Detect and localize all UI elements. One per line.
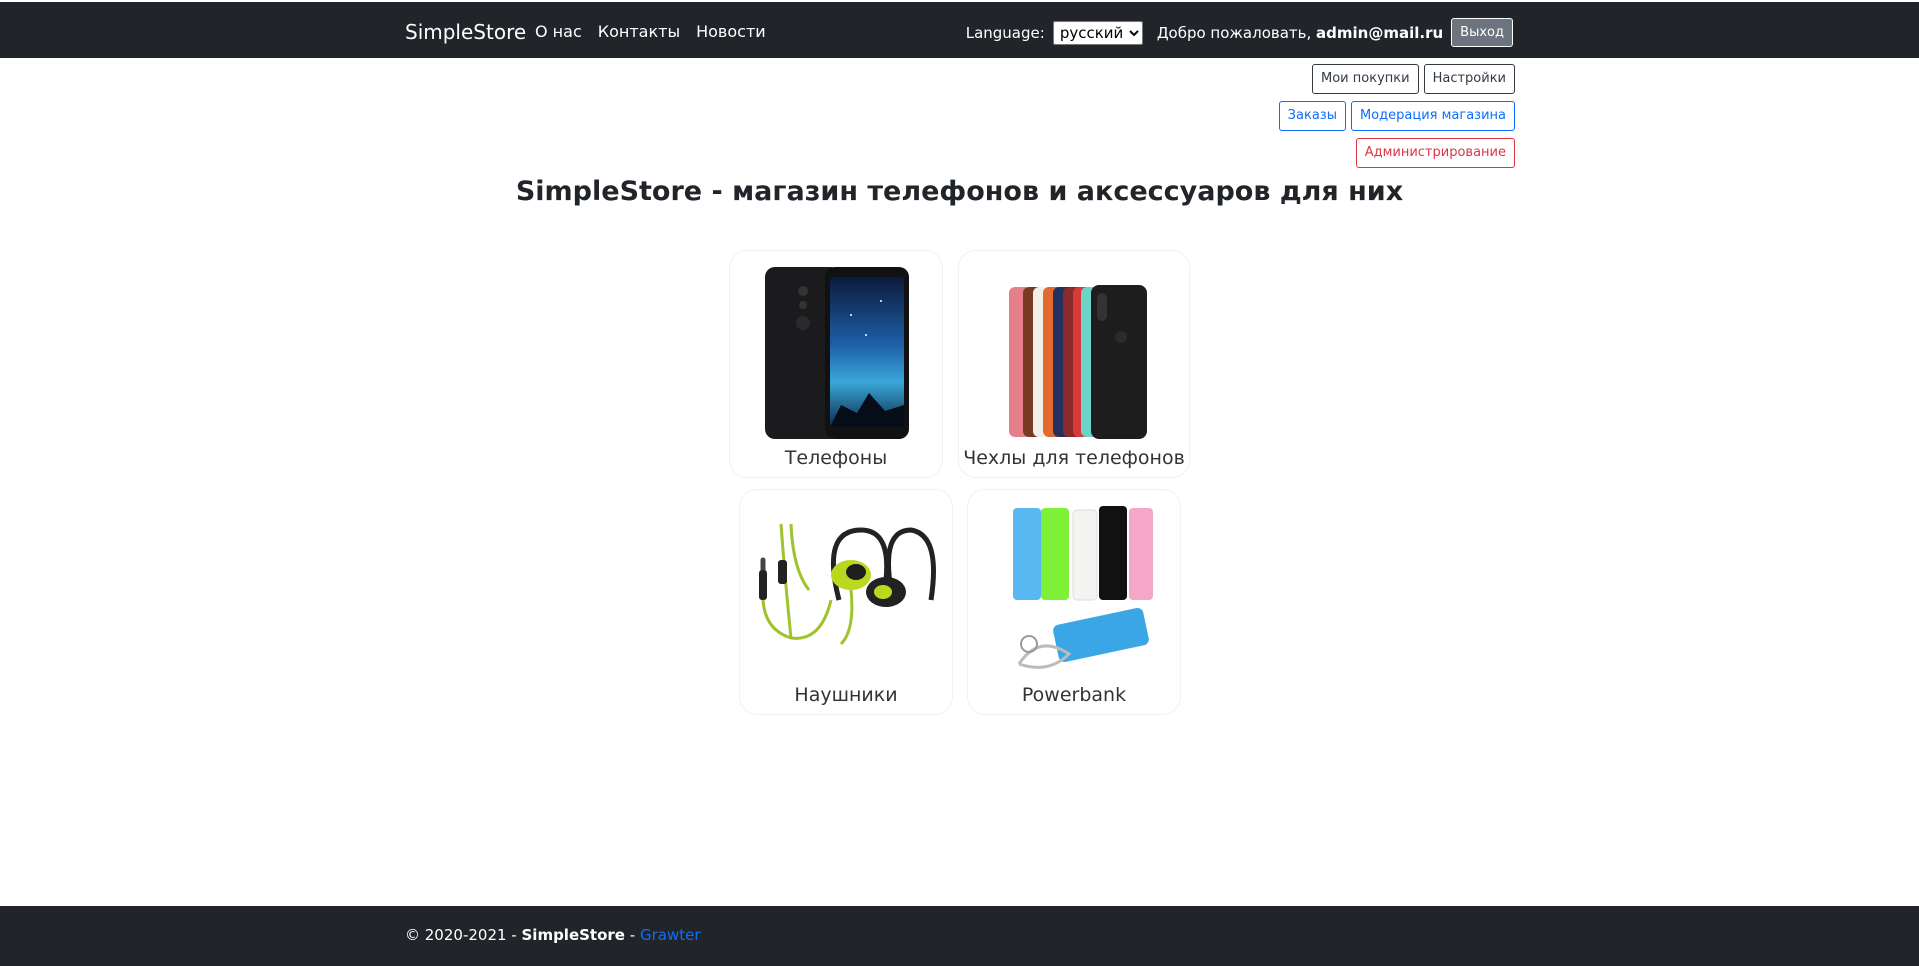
footer-copyright: © 2020-2021 - [405, 926, 517, 944]
phone-cases-image [1009, 285, 1147, 439]
category-label-cases: Чехлы для телефонов [963, 447, 1185, 469]
category-label-powerbank: Powerbank [1021, 684, 1127, 706]
category-card-phones[interactable]: Телефоны [729, 250, 943, 478]
user-actions-row: Мои покупки Настройки [1312, 64, 1515, 94]
phone-image [765, 267, 909, 439]
powerbank-image [1013, 506, 1153, 669]
navbar: SimpleStore О нас Контакты Новости Langu… [0, 2, 1919, 58]
settings-button[interactable]: Настройки [1423, 64, 1515, 94]
my-purchases-button[interactable]: Мои покупки [1312, 64, 1419, 94]
logout-button[interactable]: Выход [1451, 18, 1513, 47]
footer-text: © 2020-2021 - SimpleStore - Grawter [405, 926, 701, 944]
footer: © 2020-2021 - SimpleStore - Grawter [0, 906, 1919, 966]
administration-button[interactable]: Администрирование [1355, 138, 1515, 168]
footer-brand: SimpleStore [521, 926, 625, 944]
language-label: Language: [965, 23, 1045, 42]
orders-button[interactable]: Заказы [1278, 101, 1346, 131]
earphones-image [759, 523, 936, 646]
category-card-powerbank[interactable]: Powerbank [967, 489, 1181, 715]
nav-right: Language: русский Добро пожаловать, admi… [966, 18, 1513, 47]
category-label-phones: Телефоны [784, 447, 888, 469]
language-select[interactable]: русский [1052, 20, 1143, 45]
nav-link-about[interactable]: О нас [535, 22, 582, 41]
footer-author-link[interactable]: Grawter [640, 926, 701, 944]
nav-links: О нас Контакты Новости [535, 22, 766, 41]
user-email: admin@mail.ru [1316, 23, 1444, 42]
store-moderation-button[interactable]: Модерация магазина [1350, 101, 1515, 131]
page-title: SimpleStore - магазин телефонов и аксесс… [515, 176, 1404, 207]
moderation-actions-row: Заказы Модерация магазина [1278, 101, 1515, 131]
brand-link[interactable]: SimpleStore [405, 20, 526, 44]
welcome-text: Добро пожаловать, admin@mail.ru [1157, 24, 1443, 42]
footer-separator: - [629, 926, 636, 944]
nav-link-news[interactable]: Новости [696, 22, 766, 41]
admin-actions-row: Администрирование [1355, 138, 1515, 168]
welcome-label: Добро пожаловать, [1156, 23, 1312, 42]
category-card-earphones[interactable]: Наушники [739, 489, 953, 715]
category-card-cases[interactable]: Чехлы для телефонов [958, 250, 1190, 478]
category-label-earphones: Наушники [794, 684, 898, 706]
nav-link-contacts[interactable]: Контакты [598, 22, 680, 41]
